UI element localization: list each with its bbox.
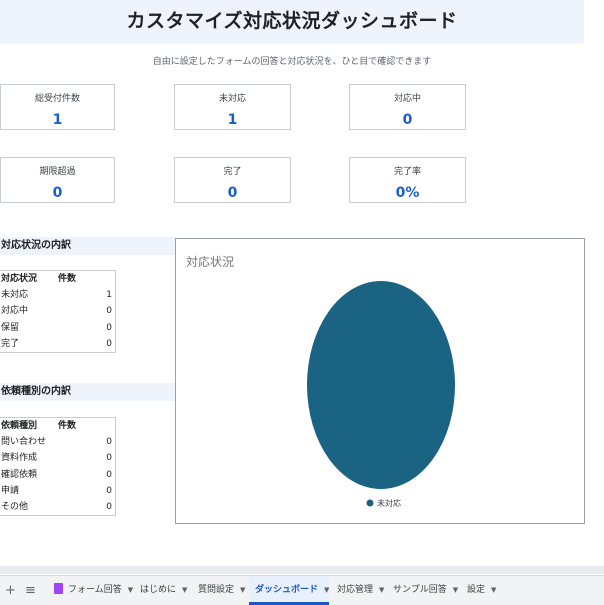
legend-marker: [366, 499, 374, 507]
status-count: 0: [106, 322, 112, 333]
table-row[interactable]: 問い合わせ 0: [0, 434, 115, 450]
chevron-down-icon: ▼: [240, 586, 246, 594]
form-icon: [54, 583, 63, 594]
kpi-completed[interactable]: 完了 0: [174, 157, 291, 203]
status-table: 対応状況 件数 未対応 1 対応中 0 保留 0 完了 0: [0, 270, 116, 353]
tab-response-management[interactable]: 対応管理 ▼: [331, 576, 390, 605]
table-row[interactable]: 対応中 0: [0, 303, 115, 319]
table-row[interactable]: 保留 0: [0, 320, 115, 336]
table-row[interactable]: その他 0: [0, 499, 115, 515]
type-count: 0: [106, 453, 112, 464]
type-name: 資料作成: [1, 453, 38, 464]
kpi-total[interactable]: 総受付件数 1: [0, 84, 115, 130]
chevron-down-icon: ▼: [324, 586, 330, 594]
chevron-down-icon: ▼: [452, 586, 459, 594]
column-header[interactable]: 件数: [58, 271, 76, 287]
kpi-label: 完了: [223, 167, 242, 177]
kpi-completion-rate[interactable]: 完了率 0%: [349, 157, 466, 203]
table-header-row: 対応状況 件数: [0, 271, 115, 287]
table-row[interactable]: 資料作成 0: [0, 450, 115, 466]
chevron-down-icon: ▼: [491, 586, 497, 594]
pie-slice[interactable]: [307, 281, 455, 489]
pie-chart-canvas: 未対応: [307, 281, 455, 508]
tab-label: はじめに: [140, 585, 177, 595]
kpi-label: 未対応: [218, 94, 246, 104]
status-name: 保留: [1, 322, 20, 333]
type-name: 問い合わせ: [1, 437, 47, 448]
tab-label: サンプル回答: [393, 585, 447, 595]
table-header-row: 依頼種別 件数: [0, 418, 115, 434]
tab-sample-responses[interactable]: サンプル回答 ▼: [387, 576, 464, 605]
kpi-in-progress[interactable]: 対応中 0: [349, 84, 466, 130]
type-count: 0: [106, 501, 112, 512]
kpi-value: 0: [402, 112, 413, 128]
kpi-label: 期限超過: [39, 167, 76, 177]
page-title: カスタマイズ対応状況ダッシュボード: [126, 10, 458, 32]
kpi-label: 総受付件数: [34, 94, 80, 104]
kpi-value: 0: [227, 185, 238, 201]
plus-icon[interactable]: +: [5, 576, 16, 605]
status-name: 対応中: [1, 306, 29, 317]
chevron-down-icon: ▼: [182, 586, 188, 594]
tab-label: 質問設定: [198, 585, 235, 595]
type-count: 0: [106, 469, 112, 480]
list-icon[interactable]: ≡: [25, 576, 36, 605]
tab-label: フォーム回答: [68, 585, 122, 595]
tab-settings[interactable]: 設定 ▼: [461, 576, 502, 605]
tab-label: 対応管理: [337, 585, 374, 595]
status-name: 完了: [1, 338, 20, 349]
status-count: 0: [106, 306, 112, 317]
status-count: 1: [106, 290, 112, 301]
tab-getting-started[interactable]: はじめに ▼: [134, 576, 193, 605]
column-header[interactable]: 依頼種別: [1, 418, 37, 434]
kpi-overdue[interactable]: 期限超過 0: [0, 157, 115, 203]
type-section-title: 依頼種別の内訳: [0, 383, 176, 401]
type-table: 依頼種別 件数 問い合わせ 0 資料作成 0 確認依頼 0 申請 0 その他 0: [0, 417, 116, 517]
tab-label: ダッシュボード: [255, 585, 319, 595]
legend-label: 未対応: [377, 498, 401, 508]
table-row[interactable]: 申請 0: [0, 483, 115, 499]
kpi-value: 0%: [395, 185, 420, 201]
column-header[interactable]: 対応状況: [1, 271, 37, 287]
kpi-value: 0: [52, 185, 63, 201]
tab-dashboard[interactable]: ダッシュボード ▼: [249, 576, 329, 605]
table-row[interactable]: 未対応 1: [0, 287, 115, 303]
kpi-label: 完了率: [393, 167, 421, 177]
kpi-label: 対応中: [393, 94, 421, 104]
status-name: 未対応: [1, 290, 29, 301]
table-row[interactable]: 確認依頼 0: [0, 467, 115, 483]
tab-form-responses[interactable]: フォーム回答 ▼: [48, 576, 139, 605]
type-name: 申請: [1, 485, 20, 496]
status-pie-chart[interactable]: 対応状況 未対応: [175, 238, 585, 524]
horizontal-scrollbar[interactable]: [0, 566, 604, 574]
sheet-tab-bar: + ≡ フォーム回答 ▼ はじめに ▼ 質問設定 ▼ ダッシュボード ▼ 対応管理 ▼ サ…: [0, 575, 604, 605]
tab-question-settings[interactable]: 質問設定 ▼: [192, 576, 251, 605]
status-count: 0: [106, 338, 112, 349]
column-header[interactable]: 件数: [58, 418, 76, 434]
type-name: その他: [1, 501, 29, 512]
kpi-unhandled[interactable]: 未対応 1: [174, 84, 291, 130]
tab-label: 設定: [467, 585, 486, 595]
status-section-title: 対応状況の内訳: [0, 237, 176, 255]
kpi-value: 1: [52, 112, 63, 128]
kpi-value: 1: [227, 112, 238, 128]
type-count: 0: [106, 485, 112, 496]
type-name: 確認依頼: [1, 469, 38, 480]
type-count: 0: [106, 437, 112, 448]
page-subtitle: 自由に設定したフォームの回答と対応状況を、ひと目で確認できます: [152, 57, 432, 67]
chevron-down-icon: ▼: [127, 586, 134, 594]
chevron-down-icon: ▼: [379, 586, 385, 594]
table-row[interactable]: 完了 0: [0, 336, 115, 352]
